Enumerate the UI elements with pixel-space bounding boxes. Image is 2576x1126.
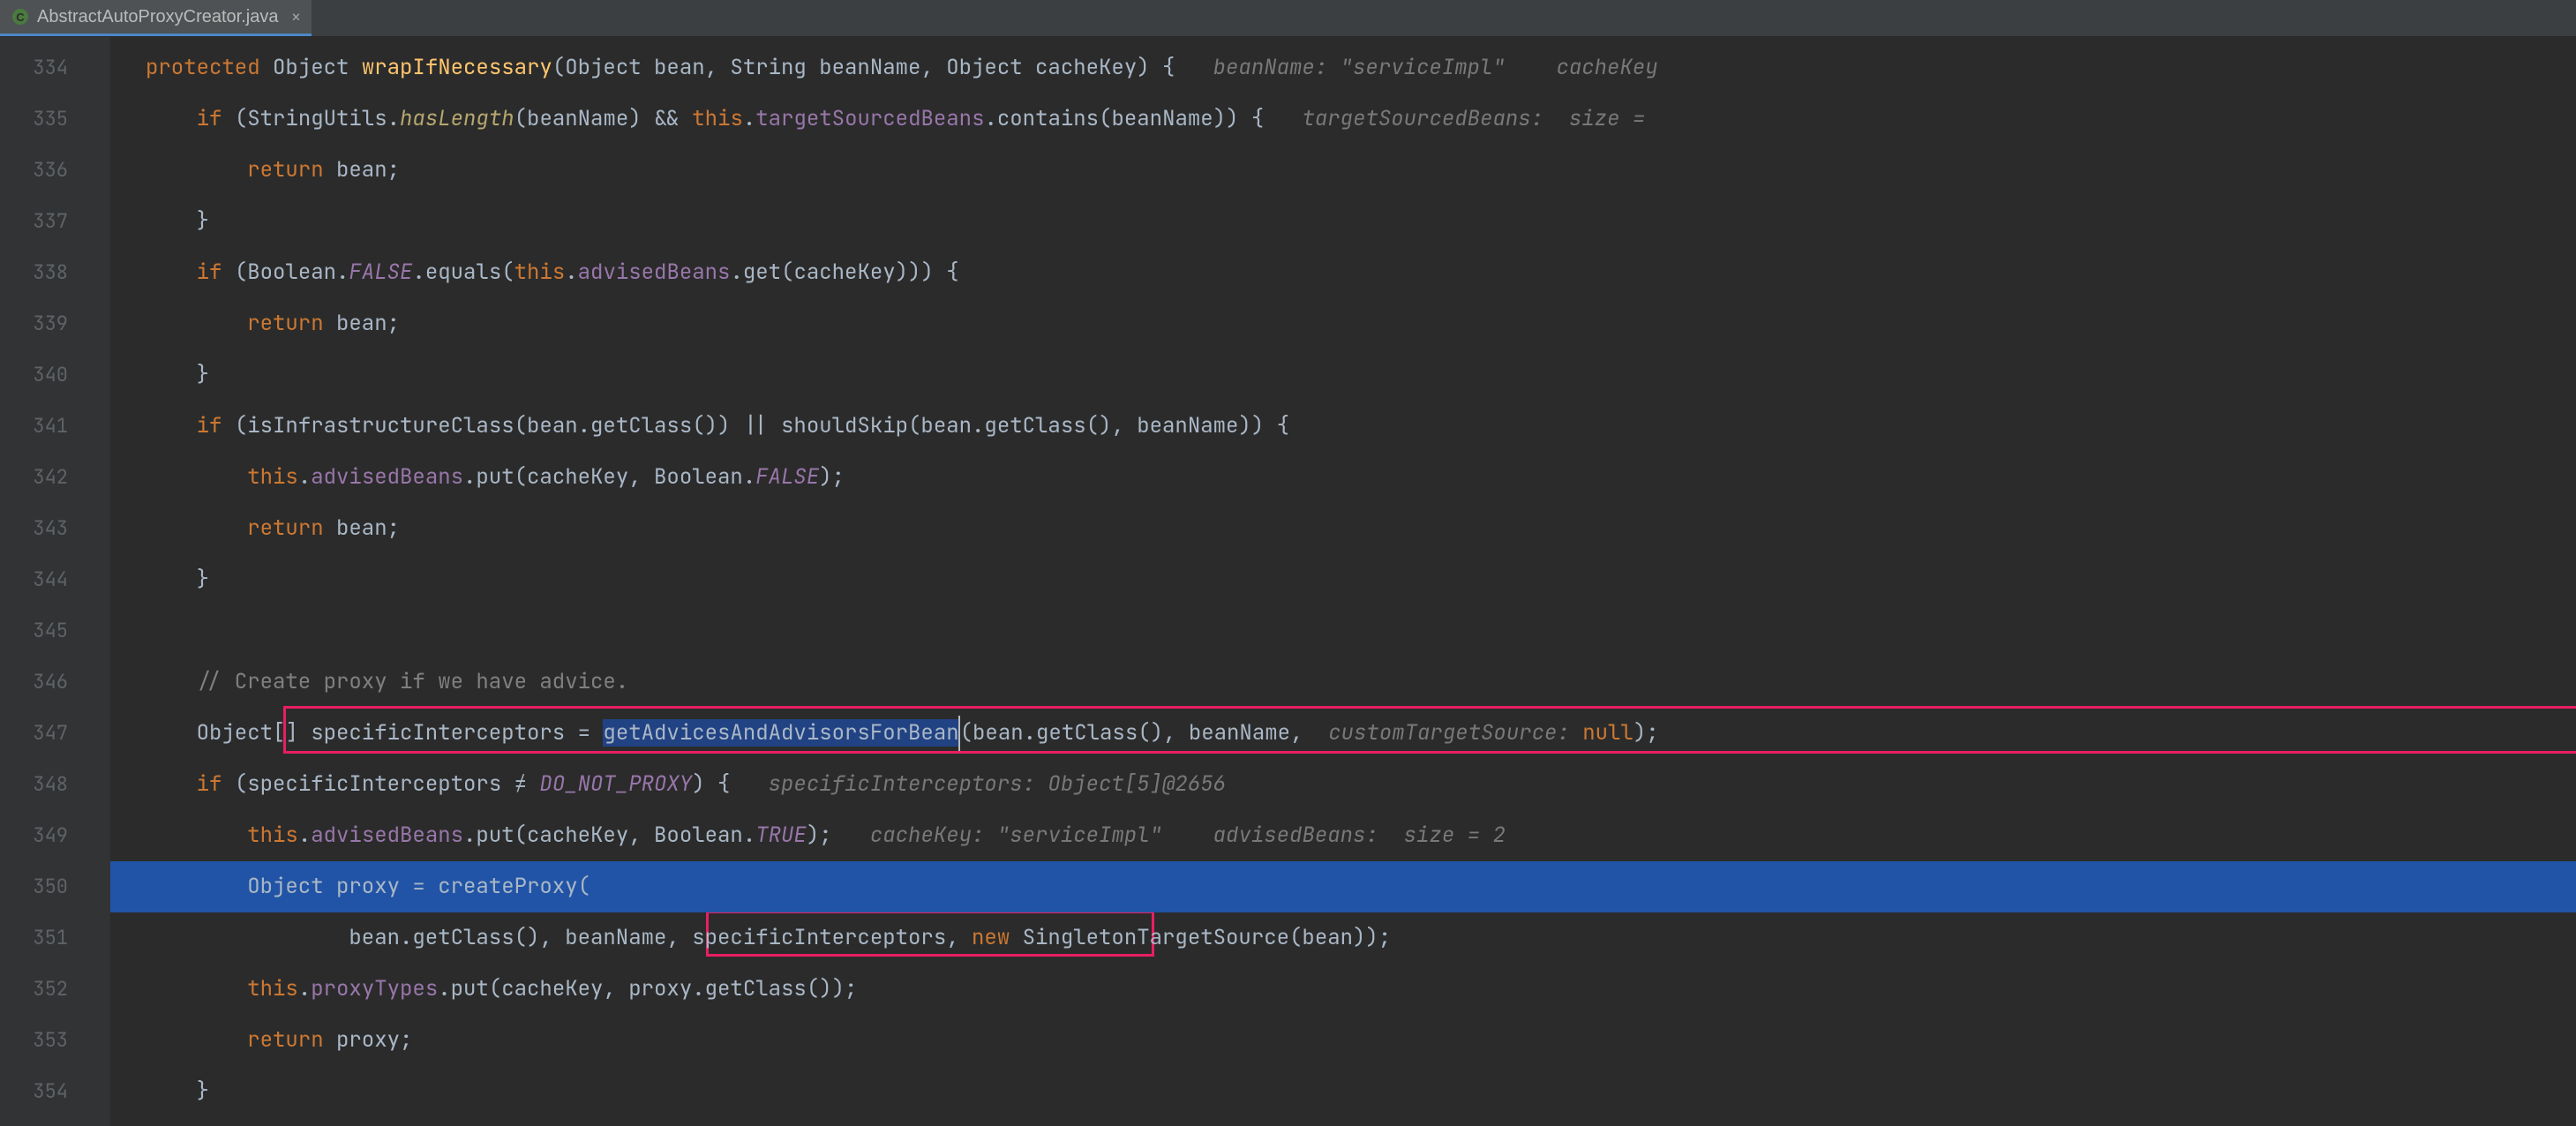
fold-marker[interactable] (84, 401, 110, 452)
line-number-gutter: 3343353363373383393403413423433443453463… (0, 37, 84, 1126)
fold-marker[interactable] (84, 708, 110, 759)
line-number[interactable]: 341 (0, 401, 84, 452)
line-number[interactable]: 345 (0, 605, 84, 657)
inlay-hint: specificInterceptors: Object[5]@2656 (730, 770, 1226, 798)
code-line[interactable]: if (Boolean.FALSE.equals(this.advisedBea… (110, 247, 2576, 298)
fold-marker[interactable] (84, 42, 110, 94)
line-number[interactable]: 350 (0, 861, 84, 912)
fold-marker[interactable] (84, 759, 110, 810)
fold-marker[interactable] (84, 145, 110, 196)
close-icon[interactable]: × (290, 5, 301, 28)
line-number[interactable]: 343 (0, 503, 84, 554)
line-number[interactable]: 334 (0, 42, 84, 94)
fold-marker[interactable] (84, 298, 110, 349)
line-number[interactable]: 335 (0, 94, 84, 145)
code-area[interactable]: protected Object wrapIfNecessary(Object … (110, 37, 2576, 1126)
code-line[interactable]: return bean; (110, 298, 2576, 349)
code-line[interactable]: } (110, 1066, 2576, 1117)
editor: 3343353363373383393403413423433443453463… (0, 37, 2576, 1126)
code-line[interactable]: return bean; (110, 503, 2576, 554)
tab-filename: AbstractAutoProxyCreator.java (37, 7, 278, 27)
line-number[interactable]: 347 (0, 708, 84, 759)
inlay-hint: advisedBeans: size = 2 (1162, 822, 1506, 849)
line-number[interactable]: 349 (0, 810, 84, 861)
java-class-icon: C (11, 7, 30, 26)
fold-marker[interactable] (84, 247, 110, 298)
execution-point-line[interactable]: Object proxy = createProxy( (110, 861, 2576, 912)
line-number[interactable]: 338 (0, 247, 84, 298)
fold-marker[interactable] (84, 605, 110, 657)
method-decl: wrapIfNecessary (362, 54, 552, 81)
fold-marker[interactable] (84, 1015, 110, 1066)
fold-marker[interactable] (84, 94, 110, 145)
inlay-hint: targetSourcedBeans: size = (1264, 105, 1645, 132)
fold-marker[interactable] (84, 912, 110, 964)
selection: getAdvicesAndAdvisorsForBean (603, 719, 958, 747)
fold-marker[interactable] (84, 196, 110, 247)
code-line[interactable] (110, 605, 2576, 657)
fold-gutter (84, 37, 110, 1126)
fold-marker[interactable] (84, 1066, 110, 1117)
code-line[interactable]: protected Object wrapIfNecessary(Object … (110, 42, 2576, 94)
code-line[interactable]: this.advisedBeans.put(cacheKey, Boolean.… (110, 452, 2576, 503)
comment: // Create proxy if we have advice. (197, 668, 629, 695)
inlay-hint: customTargetSource: (1316, 719, 1582, 747)
code-line[interactable]: this.advisedBeans.put(cacheKey, Boolean.… (110, 810, 2576, 861)
line-number[interactable]: 337 (0, 196, 84, 247)
line-number[interactable]: 340 (0, 349, 84, 401)
code-line[interactable]: // Create proxy if we have advice. (110, 657, 2576, 708)
line-number[interactable]: 344 (0, 554, 84, 605)
line-number[interactable]: 348 (0, 759, 84, 810)
code-line[interactable]: this.proxyTypes.put(cacheKey, proxy.getC… (110, 964, 2576, 1015)
code-line[interactable]: Object[] specificInterceptors = getAdvic… (110, 708, 2576, 759)
fold-marker[interactable] (84, 503, 110, 554)
code-line[interactable]: } (110, 554, 2576, 605)
line-number[interactable]: 352 (0, 964, 84, 1015)
code-line[interactable]: } (110, 349, 2576, 401)
tab-bar: C AbstractAutoProxyCreator.java × (0, 0, 2576, 37)
svg-text:C: C (16, 11, 25, 24)
keyword-protected: protected (146, 54, 260, 81)
fold-marker[interactable] (84, 810, 110, 861)
line-number[interactable]: 336 (0, 145, 84, 196)
line-number[interactable]: 342 (0, 452, 84, 503)
code-line[interactable]: return bean; (110, 145, 2576, 196)
inlay-hint: cacheKey (1506, 54, 1658, 81)
code-line[interactable]: } (110, 196, 2576, 247)
code-line[interactable]: return proxy; (110, 1015, 2576, 1066)
inlay-hint: cacheKey: "serviceImpl" (832, 822, 1162, 849)
line-number[interactable]: 353 (0, 1015, 84, 1066)
code-line[interactable]: if (StringUtils.hasLength(beanName) && t… (110, 94, 2576, 145)
fold-marker[interactable] (84, 964, 110, 1015)
line-number[interactable]: 339 (0, 298, 84, 349)
line-number[interactable]: 354 (0, 1066, 84, 1117)
code-line[interactable]: if (isInfrastructureClass(bean.getClass(… (110, 401, 2576, 452)
fold-marker[interactable] (84, 657, 110, 708)
fold-marker[interactable] (84, 861, 110, 912)
line-number[interactable]: 346 (0, 657, 84, 708)
editor-tab[interactable]: C AbstractAutoProxyCreator.java × (0, 0, 312, 36)
fold-marker[interactable] (84, 554, 110, 605)
inlay-hint: beanName: "serviceImpl" (1175, 54, 1505, 81)
code-line[interactable]: bean.getClass(), beanName, specificInter… (110, 912, 2576, 964)
line-number[interactable]: 351 (0, 912, 84, 964)
code-line[interactable]: if (specificInterceptors ≠ DO_NOT_PROXY)… (110, 759, 2576, 810)
fold-marker[interactable] (84, 349, 110, 401)
fold-marker[interactable] (84, 452, 110, 503)
